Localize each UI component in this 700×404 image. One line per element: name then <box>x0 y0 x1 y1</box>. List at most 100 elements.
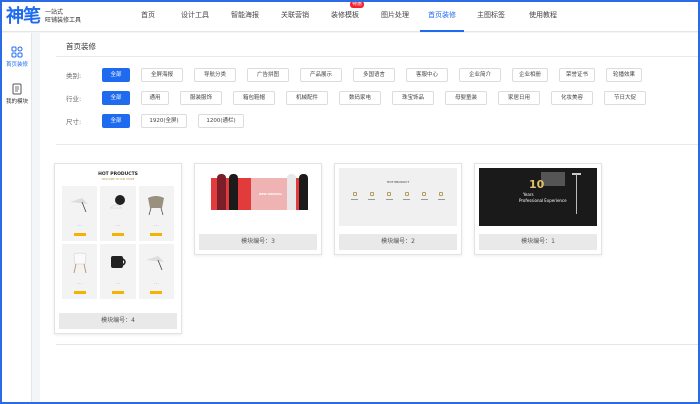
template-thumbnail: NEW ARRIVAL <box>199 168 317 226</box>
chip-size[interactable]: 1920(全屏) <box>141 114 187 128</box>
chip-industry[interactable]: 珠宝饰品 <box>392 91 434 105</box>
product-white-chair: - - - <box>62 244 98 299</box>
filter-label: 尺寸: <box>66 118 82 126</box>
chip-industry[interactable]: 化妆美容 <box>551 91 593 105</box>
price-text: - - - <box>115 224 121 227</box>
buy-button <box>111 233 124 236</box>
grid-icon <box>11 46 23 58</box>
price-text: - - - <box>154 224 159 227</box>
chip-industry[interactable]: 机械配件 <box>286 91 328 105</box>
feature-icon <box>404 192 409 196</box>
promo-badge: 特惠 <box>349 2 364 8</box>
sidebar-item-my-modules[interactable]: 我的模块 <box>2 83 32 105</box>
chip-category[interactable]: 轮播效果 <box>606 68 642 82</box>
feature-icon <box>421 192 426 196</box>
chip-category[interactable]: 全屏海报 <box>141 68 183 82</box>
feature-icon <box>438 192 443 196</box>
product-mug: - - - <box>100 244 136 299</box>
nav-main-image-tags[interactable]: 主图标签 <box>464 2 518 32</box>
document-icon <box>12 83 22 95</box>
filter-label: 类别: <box>66 72 82 80</box>
nav-design-tools[interactable]: 设计工具 <box>170 2 220 32</box>
chip-size[interactable]: 1200(通栏) <box>198 114 244 128</box>
buy-button <box>150 291 163 294</box>
product-lamp: - - - <box>62 186 98 241</box>
template-card[interactable]: NEW ARRIVAL 模块编号：3 <box>194 163 322 255</box>
lamp-icon <box>69 198 88 213</box>
thumb-text: NEW ARRIVAL <box>259 192 283 196</box>
nav-label: 首页 <box>141 11 155 19</box>
nav-home-decoration[interactable]: 首页装修 <box>420 2 464 32</box>
chip-industry[interactable]: 数码家电 <box>339 91 381 105</box>
template-card[interactable]: HOT PRODUCT 模块编号：2 <box>334 163 462 255</box>
price-text: - - - <box>154 282 159 285</box>
thumb-number: 10 <box>529 178 545 191</box>
desk-lamp-icon <box>146 256 165 271</box>
chip-industry[interactable]: 通用 <box>141 91 169 105</box>
sidebar-label: 我的模块 <box>5 99 28 105</box>
chip-category[interactable]: 多国语言 <box>353 68 395 82</box>
chip-industry[interactable]: 箱包鞋帽 <box>233 91 275 105</box>
chip-industry[interactable]: 家居日用 <box>498 91 540 105</box>
chip-industry[interactable]: 服装服饰 <box>180 91 222 105</box>
feature-label <box>351 199 358 200</box>
chip-all[interactable]: 全部 <box>102 91 130 105</box>
chip-category[interactable]: 广告拼图 <box>247 68 289 82</box>
main-content: 首页装修 类别: 全部 全屏海报 导航分类 广告拼图 产品展示 多国语言 客服中… <box>40 33 698 402</box>
chip-category[interactable]: 产品展示 <box>300 68 342 82</box>
buy-button <box>73 291 86 294</box>
chip-all[interactable]: 全部 <box>102 68 130 82</box>
template-id-label: 模块编号：2 <box>339 234 457 250</box>
nav-smart-poster[interactable]: 智能海报 <box>220 2 270 32</box>
pendant-lamp-icon <box>109 195 125 209</box>
template-card[interactable]: HOT PRODUCTS WELCOME TO OUR STORE - - - … <box>54 163 182 334</box>
nav-related-marketing[interactable]: 关联营销 <box>270 2 320 32</box>
chip-category[interactable]: 荣誉证书 <box>559 68 595 82</box>
thumb-line-1: Years <box>523 192 534 197</box>
shower-pipe <box>576 174 577 214</box>
template-card[interactable]: 10 Years Professional Experience 模块编号：1 <box>474 163 602 255</box>
thumb-title: HOT PRODUCT <box>386 180 410 184</box>
chip-category[interactable]: 企业相册 <box>512 68 548 82</box>
chip-all[interactable]: 全部 <box>102 114 130 128</box>
price-text: - - - <box>115 282 121 285</box>
price-text: - - - <box>77 282 82 285</box>
nav-label: 关联营销 <box>281 11 309 19</box>
content-divider <box>56 344 698 345</box>
mug-icon <box>110 256 126 268</box>
feature-label <box>403 199 411 200</box>
logo[interactable]: 神笔 一站式 旺铺装修工具 <box>6 6 81 28</box>
nav-decoration-templates[interactable]: 装修模板 特惠 <box>320 2 370 32</box>
sidebar-label: 首页装修 <box>5 62 28 68</box>
sidebar-item-home-decoration[interactable]: 首页装修 <box>2 46 32 68</box>
feature-label <box>420 199 428 200</box>
title-divider <box>56 56 698 57</box>
chip-category[interactable]: 企业简介 <box>459 68 501 82</box>
chair-icon <box>148 196 165 216</box>
model-figure <box>229 174 238 210</box>
feature-icon <box>370 192 375 196</box>
product-chair: - - - <box>138 186 174 241</box>
product-pendant: - - - <box>100 186 136 241</box>
chip-industry[interactable]: 节日大促 <box>604 91 646 105</box>
template-thumbnail: HOT PRODUCTS WELCOME TO OUR STORE - - - … <box>59 168 177 311</box>
nav-tutorials[interactable]: 使用教程 <box>518 2 568 32</box>
feature-label <box>368 199 376 200</box>
filter-industry: 行业: 全部 通用 服装服饰 箱包鞋帽 机械配件 数码家电 珠宝饰品 母婴童装 … <box>66 91 657 105</box>
nav-image-processing[interactable]: 图片处理 <box>370 2 420 32</box>
left-sidebar: 首页装修 我的模块 <box>2 33 32 402</box>
nav-label: 设计工具 <box>181 11 209 19</box>
thumb-line-2: Professional Experience <box>519 198 567 203</box>
feature-label <box>385 199 393 200</box>
logo-mark: 神笔 <box>6 6 41 27</box>
chip-category[interactable]: 客服中心 <box>406 68 448 82</box>
chip-industry[interactable]: 母婴童装 <box>445 91 487 105</box>
buy-button <box>73 233 86 236</box>
thumb-label-row <box>351 199 445 200</box>
thumb-window <box>541 172 565 186</box>
filter-divider <box>56 144 698 145</box>
nav-home[interactable]: 首页 <box>126 2 170 32</box>
product-desk-lamp: - - - <box>138 244 174 299</box>
feature-icon <box>353 192 357 196</box>
chip-category[interactable]: 导航分类 <box>194 68 236 82</box>
